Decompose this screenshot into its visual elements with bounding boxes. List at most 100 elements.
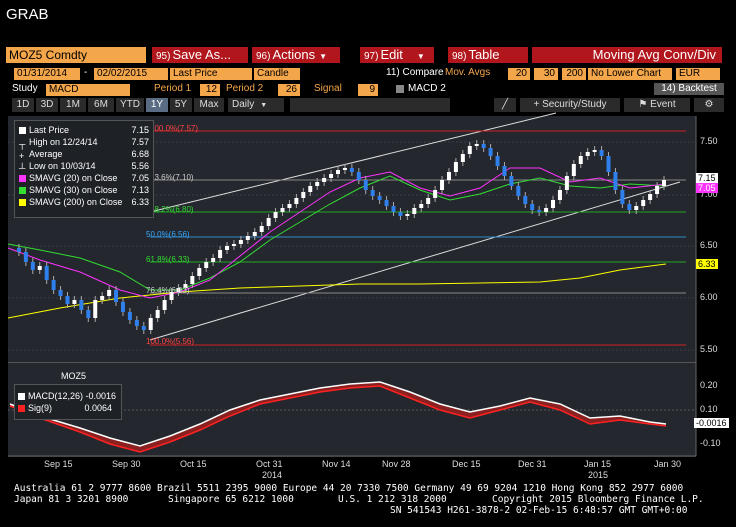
fib-label-100-top: 100.0%(7.57): [150, 124, 199, 133]
candle-body: [446, 172, 451, 180]
legend-average: + Average: [19, 149, 63, 162]
trend-channel[interactable]: [149, 112, 681, 341]
candle-body: [495, 156, 500, 166]
candle-body: [398, 212, 403, 216]
candle-body: [516, 186, 521, 196]
candle-body: [204, 262, 209, 268]
sma200-price-tag: 6.33: [696, 259, 718, 269]
candle-body: [412, 208, 417, 214]
candle-body: [488, 148, 493, 156]
candle-body: [107, 290, 112, 296]
footer-us: U.S. 1 212 318 2000: [338, 494, 447, 505]
candle-body: [120, 302, 125, 312]
legend-swatch-icon: [19, 187, 26, 195]
legend-sma200: SMAVG (200) on Close: [19, 197, 122, 207]
candle-body: [100, 296, 105, 300]
candle-body: [287, 204, 292, 208]
macd-axis-label: 0.10: [700, 404, 718, 414]
candle-body: [634, 206, 639, 210]
candle-body: [585, 152, 590, 156]
macd-legend: MOZ5 MACD(12,26) -0.0016 Sig(9) 0.0064: [14, 371, 122, 420]
candle-body: [336, 170, 340, 174]
candle-body: [211, 258, 216, 262]
candle-body: [641, 200, 646, 206]
candle-body: [134, 320, 139, 326]
candle-body: [58, 290, 63, 296]
candle-body: [225, 246, 230, 250]
footer-session-info: SN 541543 H261-3878-2 02-Feb-15 6:48:57 …: [390, 505, 688, 516]
candle-body: [377, 196, 382, 200]
candle-body: [578, 156, 583, 164]
candle-body: [301, 192, 306, 198]
tick-icon: ┴: [19, 163, 26, 174]
candle-body: [259, 226, 264, 232]
candle-body: [426, 198, 431, 204]
candle-body: [356, 172, 361, 180]
legend-sma20: SMAVG (20) on Close: [19, 173, 117, 183]
candle-body: [266, 218, 271, 226]
candle-body: [557, 190, 562, 200]
legend-low-value: 5.56: [131, 161, 149, 171]
legend-last-price-value: 7.15: [131, 125, 149, 135]
candle-body: [481, 144, 486, 148]
candle-body: [613, 172, 618, 190]
x-axis-label: Jan 30: [654, 459, 682, 469]
price-axis-label: 6.50: [700, 240, 718, 250]
candle-body: [190, 276, 195, 284]
candle-body: [370, 190, 375, 196]
candle-body: [509, 176, 514, 186]
candle-body: [655, 186, 660, 194]
candle-body: [599, 150, 604, 156]
macd-legend-title: MOZ5: [61, 371, 87, 381]
footer-contacts-line1: Australia 61 2 9777 8600 Brazil 5511 239…: [14, 483, 684, 494]
candle-body: [155, 310, 160, 318]
plus-icon: +: [19, 151, 25, 162]
candle-body: [51, 280, 56, 290]
fibonacci-lines[interactable]: [150, 130, 686, 346]
fib-label-50: 50.0%(6.56): [146, 230, 190, 239]
candle-body: [349, 168, 354, 172]
legend-last-price: Last Price: [19, 125, 69, 135]
candle-body: [537, 210, 542, 212]
candle-body: [86, 310, 91, 318]
candle-body: [467, 146, 472, 154]
candle-body: [571, 164, 576, 176]
macd-axis-label: 0.20: [700, 380, 718, 390]
x-axis-year: 2015: [588, 470, 609, 480]
fib-label-61: 61.8%(6.33): [146, 255, 190, 264]
x-axis-label: Dec 15: [452, 459, 481, 469]
candle-body: [405, 214, 410, 216]
candle-body: [280, 208, 285, 212]
candle-body: [606, 156, 611, 172]
candle-body: [238, 240, 243, 244]
candle-body: [433, 190, 438, 198]
candle-body: [502, 166, 507, 176]
price-axis-label: 7.50: [700, 136, 718, 146]
x-axis-label: Nov 14: [322, 459, 351, 469]
candle-body: [419, 204, 424, 208]
candle-body: [44, 266, 49, 280]
candle-body: [162, 300, 167, 310]
candle-body: [564, 176, 569, 190]
x-axis-label: Oct 15: [180, 459, 207, 469]
last-price-tag: 7.15: [696, 173, 718, 183]
legend-sma200-value: 6.33: [131, 197, 149, 207]
candle-body: [231, 244, 236, 246]
candle-body: [627, 204, 632, 210]
candle-body: [544, 208, 549, 212]
candle-body: [252, 232, 257, 236]
candle-body: [245, 236, 250, 240]
candle-body: [308, 186, 313, 192]
footer-copyright: Copyright 2015 Bloomberg Finance L.P.: [492, 494, 704, 505]
candle-body: [530, 204, 535, 210]
candle-body: [16, 248, 21, 252]
legend-high: ┬ High on 12/24/14: [19, 137, 98, 150]
candle-body: [363, 180, 368, 190]
x-axis-year: 2014: [262, 470, 283, 480]
candle-body: [197, 268, 202, 276]
candle-body: [218, 250, 223, 258]
chart-svg: [7, 112, 697, 457]
tick-icon: ┬: [19, 139, 26, 150]
candle-body: [648, 194, 653, 200]
candle-body: [141, 326, 146, 330]
